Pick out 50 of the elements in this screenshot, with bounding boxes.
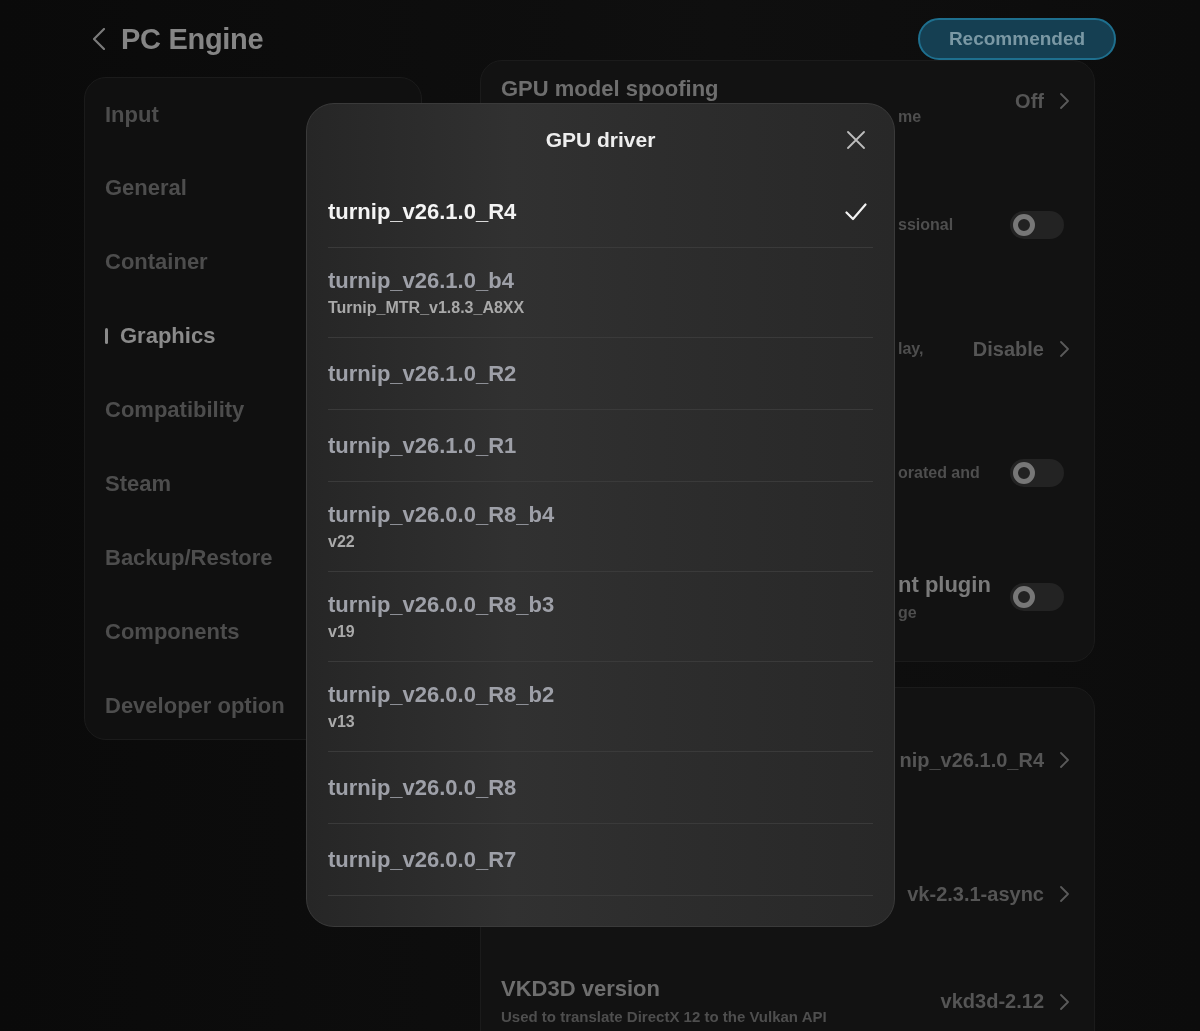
setting-value[interactable]: Disable (972, 337, 1044, 361)
selection-bar (105, 328, 108, 344)
setting-description: me (897, 108, 922, 126)
setting-value[interactable]: vkd3d-2.12 (940, 990, 1044, 1013)
setting-title: VKD3D version (501, 976, 661, 1002)
option-label: turnip_v26.0.0_R7 (328, 846, 517, 873)
driver-option[interactable]: turnip_v26.0.0_R8_b2 v13 (328, 662, 873, 752)
setting-description: Used to translate DirectX 12 to the Vulkan API (501, 1008, 827, 1025)
option-label: turnip_v26.1.0_R4 (328, 198, 517, 225)
setting-title: GPU model spoofing (501, 76, 720, 102)
option-label: turnip_v26.0.0_R8_b4 (328, 502, 555, 528)
recommended-button[interactable]: Recommended (918, 18, 1116, 60)
option-label: turnip_v26.1.0_b4 (328, 268, 515, 294)
driver-option[interactable]: turnip_v26.1.0_b4 Turnip_MTR_v1.8.3_A8XX (328, 248, 873, 338)
driver-option[interactable]: turnip_v26.0.0_R8 (328, 752, 873, 824)
toggle-switch[interactable] (1010, 459, 1064, 487)
setting-description: orated and (897, 464, 980, 482)
check-icon (845, 202, 867, 221)
driver-option[interactable]: turnip_v26.0.0_R8_b3 v19 (328, 572, 873, 662)
setting-description: lay, (897, 340, 924, 358)
driver-option[interactable]: turnip_v26.1.0_R4 (328, 176, 873, 248)
chevron-right-icon (1060, 341, 1069, 357)
back-icon[interactable] (93, 28, 105, 50)
chevron-right-icon (1060, 886, 1069, 902)
driver-option[interactable]: turnip_v26.0.0_R7 (328, 824, 873, 896)
option-label: turnip_v26.0.0_R8 (328, 774, 517, 801)
toggle-switch[interactable] (1010, 583, 1064, 611)
option-label: turnip_v26.0.0_R8_b3 (328, 592, 555, 618)
option-label: turnip_v26.1.0_R1 (328, 432, 517, 459)
chevron-right-icon (1060, 93, 1069, 109)
option-label: turnip_v26.0.0_R8_b2 (328, 682, 555, 708)
setting-title: nt plugin (897, 572, 991, 598)
chevron-right-icon (1060, 993, 1069, 1010)
setting-description: ssional (897, 216, 954, 234)
chevron-right-icon (1060, 752, 1069, 768)
option-sublabel: v22 (328, 533, 356, 551)
option-label: turnip_v26.1.0_R2 (328, 360, 517, 387)
option-sublabel: v13 (328, 713, 356, 731)
driver-option[interactable]: turnip_v26.0.0_R8_b4 v22 (328, 482, 873, 572)
toggle-switch[interactable] (1010, 211, 1064, 239)
option-sublabel: v19 (328, 623, 356, 641)
setting-value[interactable]: Off (1015, 89, 1044, 113)
setting-value[interactable]: vk-2.3.1-async (907, 882, 1044, 906)
setting-value[interactable]: nip_v26.1.0_R4 (899, 748, 1044, 772)
close-icon[interactable] (847, 131, 865, 149)
driver-option[interactable]: turnip_v26.1.0_R1 (328, 410, 873, 482)
driver-option[interactable]: turnip_v26.1.0_R2 (328, 338, 873, 410)
page-title: PC Engine (121, 22, 264, 56)
option-sublabel: Turnip_MTR_v1.8.3_A8XX (328, 299, 525, 317)
dialog-title: GPU driver (545, 128, 656, 152)
